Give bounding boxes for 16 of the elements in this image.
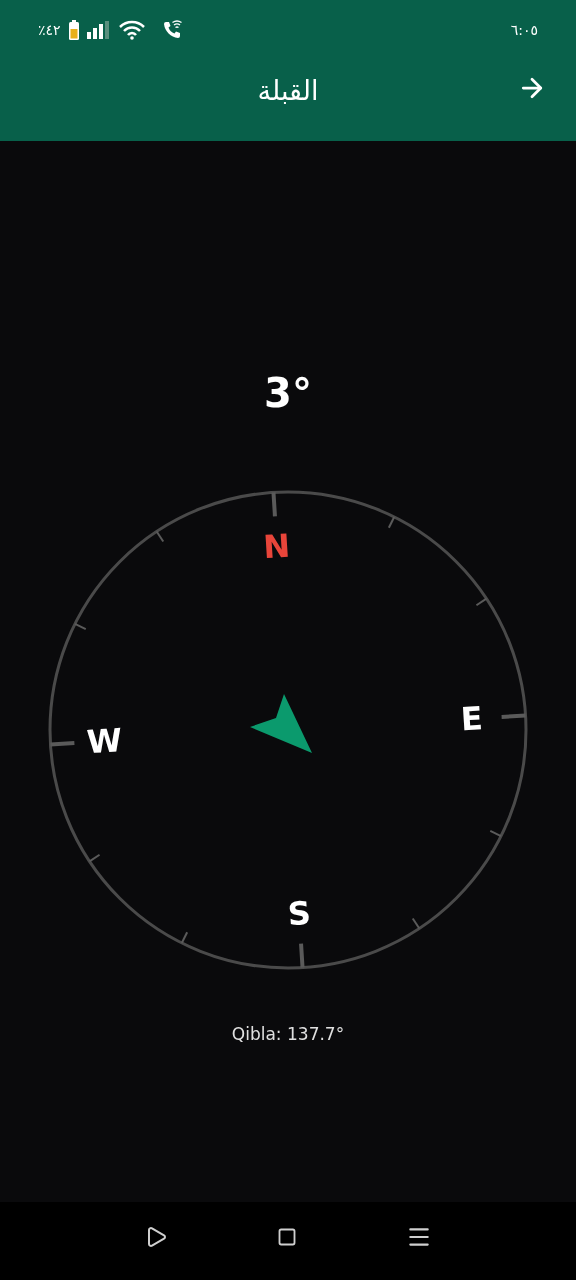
qibla-reading: Qibla: 137.7° (231, 1023, 345, 1046)
wifi-icon (118, 20, 145, 40)
heading-reading: 3° (264, 369, 312, 418)
direction-label: W (85, 721, 124, 762)
qibla-arrow-icon (250, 694, 312, 753)
direction-label: E (459, 699, 484, 739)
battery-icon (68, 20, 79, 40)
square-icon (277, 1227, 297, 1247)
home-nav-button[interactable] (277, 1227, 297, 1247)
signal-icon (86, 21, 111, 39)
battery-percent: ٪٤٢ (38, 20, 61, 40)
direction-label: S (286, 894, 312, 934)
page-title: القبلة (257, 74, 319, 109)
status-time: ٦:٠٥ (510, 20, 538, 40)
direction-label: N (262, 526, 292, 567)
wifi-call-icon (162, 20, 183, 40)
